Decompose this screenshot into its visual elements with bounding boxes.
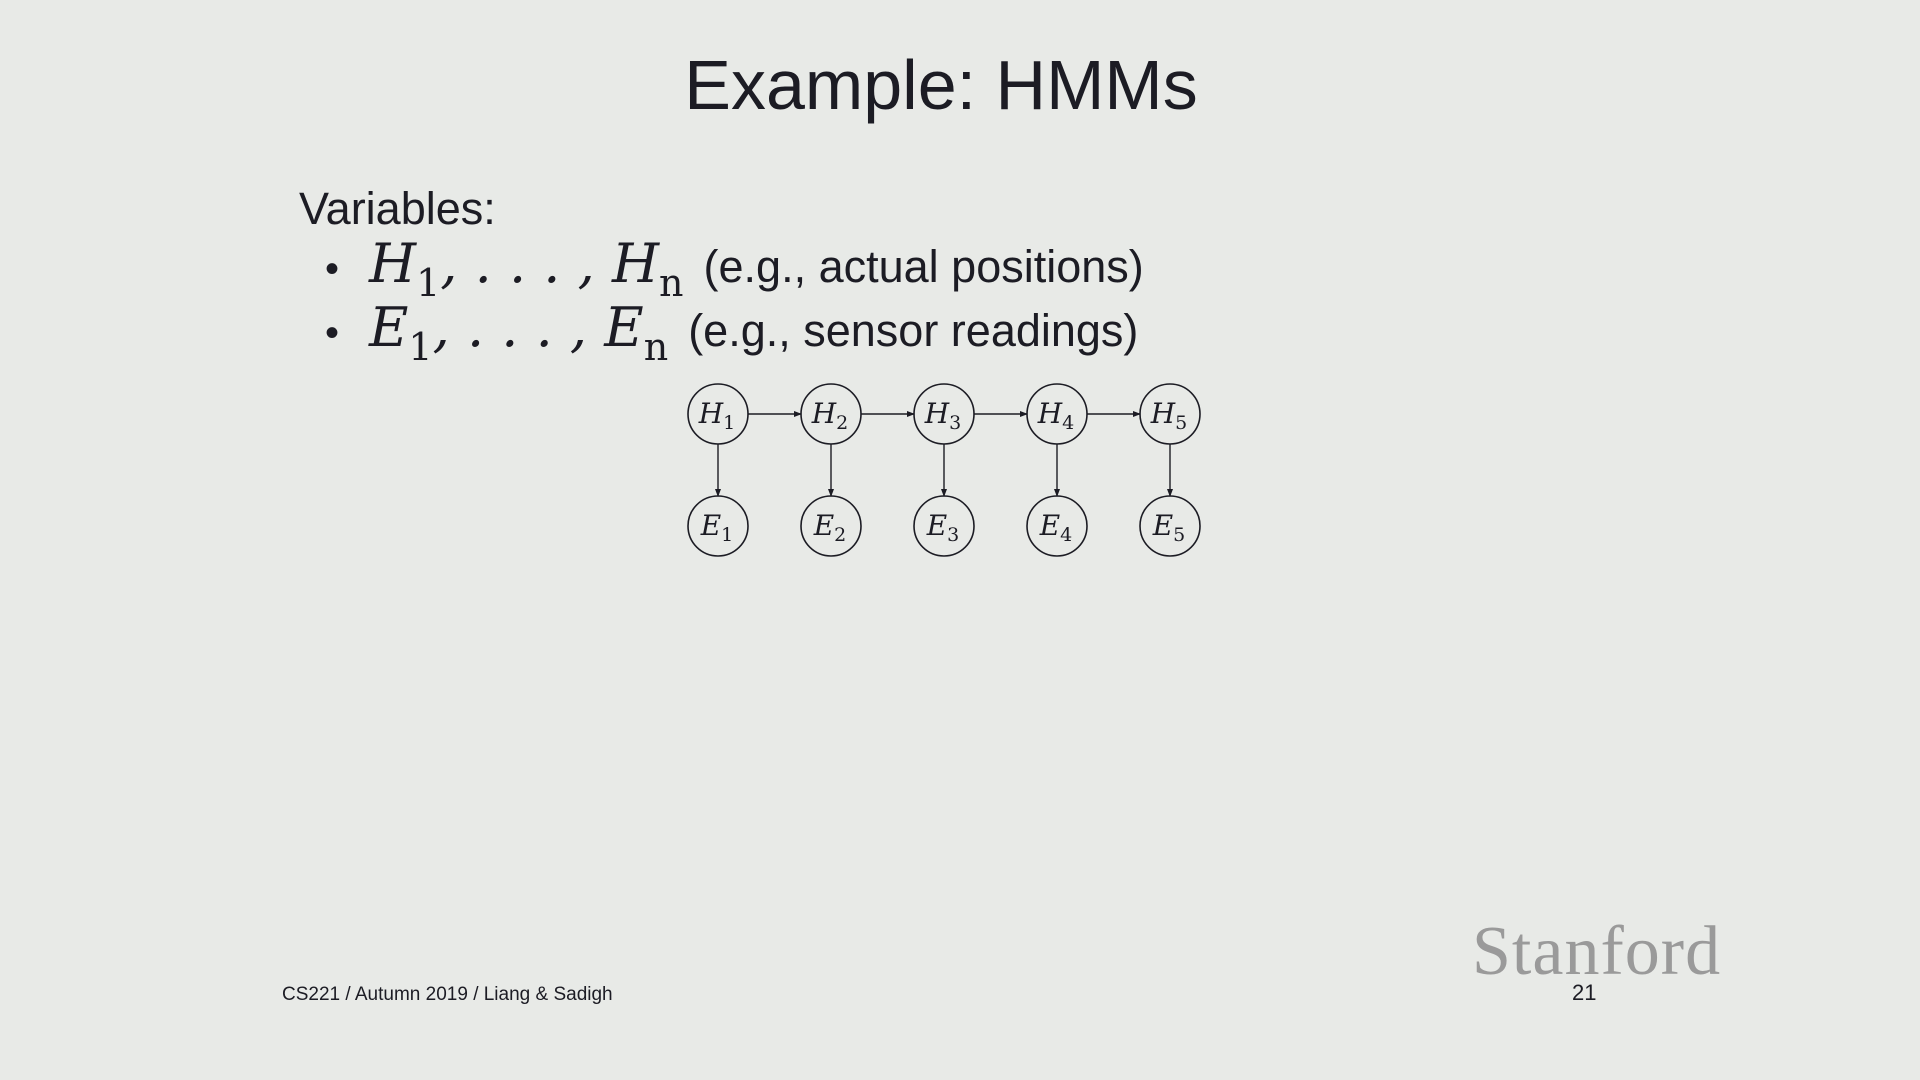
svg-text:H2: H2	[811, 397, 849, 434]
hidden-node-2: H2	[800, 383, 862, 445]
hidden-variables-description: (e.g., actual positions)	[703, 241, 1144, 292]
hidden-variables-bullet: • H1, . . . , Hn (e.g., actual positions…	[325, 232, 1144, 305]
slide-title: Example: HMMs	[684, 46, 1198, 124]
course-footer: CS221 / Autumn 2019 / Liang & Sadigh	[282, 984, 613, 1005]
hidden-node-5: H5	[1139, 383, 1201, 445]
bullet-dot-icon: •	[325, 311, 340, 355]
variables-list: • H1, . . . , Hn (e.g., actual positions…	[325, 232, 1144, 369]
hmm-diagram: H1 H2 H3 H4 H5 E1 E2 E3 E4 E5	[687, 383, 1201, 557]
hidden-node-1: H1	[687, 383, 749, 445]
hidden-node-3: H3	[913, 383, 975, 445]
page-number: 21	[1572, 980, 1597, 1005]
svg-text:E3: E3	[926, 509, 960, 546]
svg-text:E5: E5	[1152, 509, 1186, 546]
evidence-node-4: E4	[1026, 495, 1088, 557]
svg-text:E1: E1	[700, 509, 734, 546]
svg-text:E4: E4	[1039, 509, 1073, 546]
evidence-node-1: E1	[687, 495, 749, 557]
svg-text:H5: H5	[1150, 397, 1188, 434]
evidence-node-2: E2	[800, 495, 862, 557]
svg-text:H4: H4	[1037, 397, 1075, 434]
bullet-dot-icon: •	[325, 247, 340, 291]
hidden-variables-formula: H1, . . . , Hn	[369, 232, 684, 305]
hidden-node-4: H4	[1026, 383, 1088, 445]
svg-text:E2: E2	[813, 509, 847, 546]
stanford-logo: Stanford	[1472, 913, 1722, 990]
evidence-variables-bullet: • E1, . . . , En (e.g., sensor readings)	[325, 296, 1144, 369]
evidence-variables-description: (e.g., sensor readings)	[688, 305, 1139, 356]
evidence-variables-formula: E1, . . . , En	[369, 296, 669, 369]
variables-heading: Variables:	[299, 183, 496, 234]
evidence-node-3: E3	[913, 495, 975, 557]
svg-text:H3: H3	[924, 397, 962, 434]
svg-text:H1: H1	[698, 397, 736, 434]
evidence-node-5: E5	[1139, 495, 1201, 557]
